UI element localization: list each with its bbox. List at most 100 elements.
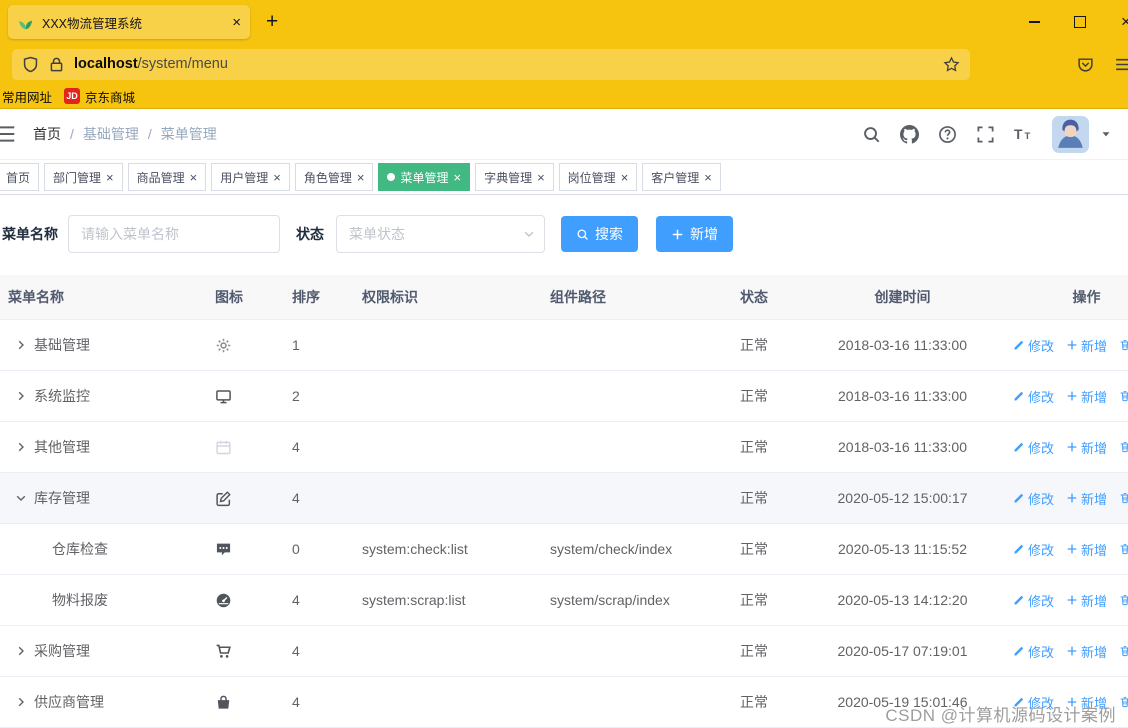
- tag-item[interactable]: 用户管理 ×: [211, 163, 290, 191]
- tab-close-icon[interactable]: ×: [232, 15, 241, 30]
- tag-item[interactable]: 商品管理 ×: [127, 163, 207, 191]
- bookmark-jd[interactable]: JD 京东商城: [64, 87, 135, 106]
- window-close-button[interactable]: ×: [1110, 12, 1128, 32]
- browser-tab[interactable]: XXX物流管理系统 ×: [8, 5, 250, 39]
- tag-item[interactable]: 首页: [0, 163, 40, 191]
- tag-close-icon[interactable]: ×: [537, 171, 545, 184]
- tag-label: 用户管理: [220, 170, 269, 185]
- cell-status: 正常: [740, 541, 768, 557]
- add-action[interactable]: 新增: [1066, 642, 1107, 661]
- edit-action[interactable]: 修改: [1013, 540, 1054, 559]
- bookmark-star-icon[interactable]: [943, 55, 960, 73]
- tag-label: 角色管理: [303, 170, 352, 185]
- new-tab-button[interactable]: +: [266, 10, 278, 34]
- breadcrumb-item[interactable]: 首页: [33, 124, 61, 144]
- expand-closed-icon[interactable]: [8, 339, 34, 351]
- window-maximize-button[interactable]: [1064, 16, 1096, 28]
- message-icon: [215, 541, 232, 558]
- github-icon[interactable]: [900, 124, 919, 144]
- delete-action[interactable]: 删除: [1119, 642, 1128, 661]
- cell-menu-name: 其他管理: [0, 437, 203, 457]
- search-button[interactable]: 搜索: [561, 216, 638, 252]
- tag-item[interactable]: 角色管理 ×: [294, 163, 374, 191]
- expand-closed-icon[interactable]: [8, 390, 34, 402]
- sidebar-toggle-icon[interactable]: [0, 123, 17, 145]
- add-action[interactable]: 新增: [1066, 336, 1107, 355]
- menu-name: 系统监控: [34, 388, 90, 404]
- tag-close-icon[interactable]: ×: [453, 171, 461, 184]
- address-bar[interactable]: localhost/system/menu: [12, 48, 970, 80]
- table-row[interactable]: 仓库检查 0 system:check:list system/check/index…: [0, 524, 1128, 575]
- delete-action[interactable]: 删除: [1119, 693, 1128, 712]
- lock-icon[interactable]: [48, 56, 65, 73]
- tag-close-icon[interactable]: ×: [357, 171, 365, 184]
- add-button[interactable]: 新增: [656, 216, 733, 252]
- expand-closed-icon[interactable]: [8, 696, 34, 708]
- delete-action[interactable]: 删除: [1119, 540, 1128, 559]
- url-text[interactable]: localhost/system/menu: [74, 56, 934, 72]
- tag-close-icon[interactable]: ×: [621, 171, 629, 184]
- shield-icon[interactable]: [22, 56, 39, 73]
- edit-action[interactable]: 修改: [1013, 642, 1054, 661]
- table-row[interactable]: 物料报废 4 system:scrap:list system/scrap/index…: [0, 575, 1128, 626]
- edit-action[interactable]: 修改: [1013, 438, 1054, 457]
- tag-item[interactable]: 部门管理 ×: [44, 163, 123, 191]
- edit-action[interactable]: 修改: [1013, 591, 1054, 610]
- dashboard-icon: [215, 592, 232, 609]
- cell-created-time: 2020-05-13 14:12:20: [837, 592, 968, 608]
- add-action[interactable]: 新增: [1066, 438, 1107, 457]
- delete-action[interactable]: 删除: [1119, 387, 1128, 406]
- cell-sort: 1: [292, 337, 300, 353]
- edit-action[interactable]: 修改: [1013, 336, 1054, 355]
- table-row[interactable]: 其他管理 4 正常 2018-03-16 11:33:00 修改新增删除: [0, 422, 1128, 473]
- add-action[interactable]: 新增: [1066, 387, 1107, 406]
- tag-close-icon[interactable]: ×: [273, 171, 281, 184]
- pocket-icon[interactable]: [1077, 56, 1094, 73]
- calendar-icon: [215, 439, 232, 456]
- edit-action[interactable]: 修改: [1013, 387, 1054, 406]
- menu-name: 库存管理: [34, 490, 90, 506]
- tag-close-icon[interactable]: ×: [704, 171, 712, 184]
- delete-action[interactable]: 删除: [1119, 336, 1128, 355]
- add-action[interactable]: 新增: [1066, 489, 1107, 508]
- table-row[interactable]: 库存管理 4 正常 2020-05-12 15:00:17 修改新增删除: [0, 473, 1128, 524]
- search-icon[interactable]: [862, 125, 881, 144]
- cell-status: 正常: [740, 490, 768, 506]
- caret-down-icon[interactable]: [1100, 128, 1112, 140]
- cell-created-time: 2020-05-13 11:15:52: [838, 541, 967, 557]
- browser-menu-icon[interactable]: [1114, 56, 1128, 73]
- cell-menu-name: 物料报废: [0, 590, 203, 610]
- tag-label: 客户管理: [651, 170, 700, 185]
- expand-open-icon[interactable]: [8, 492, 34, 504]
- menu-name-input[interactable]: [68, 215, 280, 253]
- status-select[interactable]: 菜单状态: [336, 215, 545, 253]
- add-action[interactable]: 新增: [1066, 591, 1107, 610]
- table-row[interactable]: 基础管理 1 正常 2018-03-16 11:33:00 修改新增删除: [0, 320, 1128, 371]
- expand-closed-icon[interactable]: [8, 441, 34, 453]
- expand-closed-icon[interactable]: [8, 645, 34, 657]
- help-icon[interactable]: [938, 125, 957, 144]
- watermark: CSDN @计算机源码设计案例: [885, 706, 1116, 725]
- tag-close-icon[interactable]: ×: [106, 171, 114, 184]
- bookmark-folder[interactable]: 常用网址: [2, 87, 52, 106]
- tag-item[interactable]: 菜单管理 ×: [378, 163, 471, 191]
- table-row[interactable]: 系统监控 2 正常 2018-03-16 11:33:00 修改新增删除: [0, 371, 1128, 422]
- fullscreen-icon[interactable]: [976, 125, 995, 144]
- window-minimize-button[interactable]: [1018, 21, 1050, 23]
- add-action[interactable]: 新增: [1066, 540, 1107, 559]
- tag-close-icon[interactable]: ×: [190, 171, 198, 184]
- table-row[interactable]: 采购管理 4 正常 2020-05-17 07:19:01 修改新增删除: [0, 626, 1128, 677]
- svg-text:T: T: [1025, 131, 1031, 142]
- tag-item[interactable]: 字典管理 ×: [475, 163, 554, 191]
- column-header: 创建时间: [874, 289, 931, 305]
- cell-actions: 修改新增删除: [985, 387, 1128, 406]
- tag-item[interactable]: 客户管理 ×: [642, 163, 721, 191]
- text-size-icon[interactable]: TT: [1014, 125, 1033, 144]
- cell-sort: 4: [292, 490, 300, 506]
- avatar[interactable]: [1052, 115, 1089, 153]
- delete-action[interactable]: 删除: [1119, 489, 1128, 508]
- delete-action[interactable]: 删除: [1119, 438, 1128, 457]
- tag-item[interactable]: 岗位管理 ×: [558, 163, 638, 191]
- delete-action[interactable]: 删除: [1119, 591, 1128, 610]
- edit-action[interactable]: 修改: [1013, 489, 1054, 508]
